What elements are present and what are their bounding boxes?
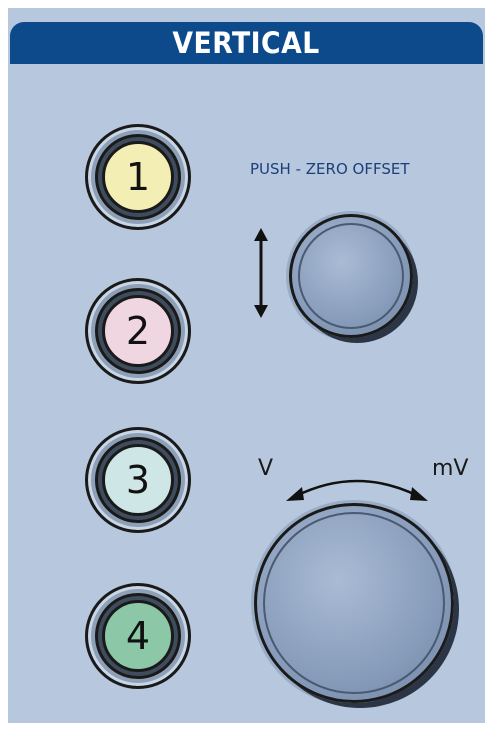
channel-3-label: 3 [125, 458, 151, 502]
channel-4-cap: 4 [102, 600, 174, 672]
channel-4-label: 4 [125, 614, 151, 658]
channel-3-button[interactable]: 3 [85, 427, 191, 533]
zero-offset-label: PUSH - ZERO OFFSET [250, 160, 410, 178]
channel-1-button[interactable]: 1 [85, 124, 191, 230]
up-down-arrow-icon [254, 228, 268, 318]
channel-1-label: 1 [125, 155, 151, 199]
channel-2-label: 2 [125, 309, 151, 353]
offset-knob[interactable] [289, 214, 413, 338]
channel-4-button[interactable]: 4 [85, 583, 191, 689]
channel-2-button[interactable]: 2 [85, 278, 191, 384]
channel-2-cap: 2 [102, 295, 174, 367]
millivolts-unit-label: mV [432, 456, 469, 481]
volts-per-div-knob[interactable] [254, 503, 454, 703]
vertical-section-header: VERTICAL [10, 22, 483, 64]
channel-1-cap: 1 [102, 141, 174, 213]
section-title: VERTICAL [172, 25, 321, 60]
volts-unit-label: V [258, 456, 274, 481]
channel-3-cap: 3 [102, 444, 174, 516]
